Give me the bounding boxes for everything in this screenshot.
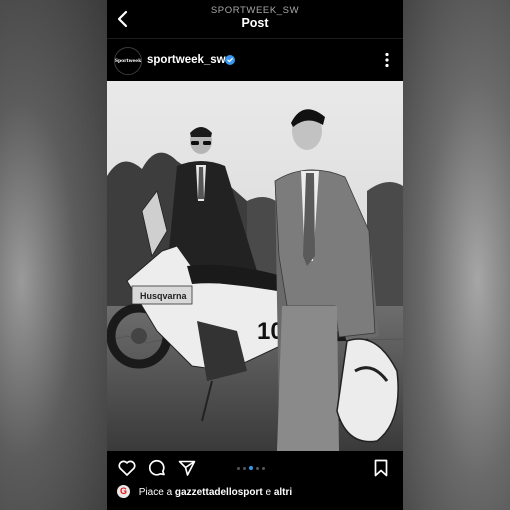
- liker-username-link[interactable]: gazzettadellosport: [175, 487, 263, 498]
- post-image[interactable]: Husqvarna 10: [107, 81, 403, 451]
- likes-summary: G Piace a gazzettadellosport e altri: [117, 485, 292, 503]
- heart-icon[interactable]: [117, 458, 137, 478]
- bookmark-icon[interactable]: [371, 458, 391, 478]
- avatar-text: Sportweek: [114, 58, 142, 64]
- account-caption: SPORTWEEK_SW: [210, 5, 300, 16]
- bike-brand-text: Husqvarna: [140, 291, 188, 301]
- paper-plane-icon[interactable]: [177, 458, 197, 478]
- carousel-dot: [243, 466, 246, 470]
- page-title: Post: [241, 16, 269, 30]
- header-divider: [107, 38, 403, 39]
- instagram-post-screen: SPORTWEEK_SW Post Sportweek sportweek_sw: [107, 0, 403, 510]
- liker-avatar-glyph: G: [119, 486, 127, 496]
- post-actions-bar: [107, 456, 403, 482]
- likes-connector: e: [265, 487, 272, 499]
- carousel-indicator: [237, 465, 265, 471]
- likes-others-link[interactable]: altri: [274, 487, 292, 498]
- avatar[interactable]: Sportweek: [114, 47, 142, 75]
- carousel-dot: [262, 466, 265, 470]
- blurred-background-left: [0, 0, 108, 510]
- verified-badge-icon: [225, 55, 235, 65]
- carousel-dot-active: [249, 466, 253, 470]
- likes-prefix: Piace a: [138, 487, 173, 499]
- top-navigation-bar: SPORTWEEK_SW Post: [107, 0, 403, 38]
- carousel-dot: [237, 466, 240, 470]
- post-header: Sportweek sportweek_sw: [107, 42, 403, 78]
- username-link[interactable]: sportweek_sw: [147, 54, 226, 66]
- blurred-background-right: [402, 0, 510, 510]
- comment-bubble-icon[interactable]: [147, 458, 167, 478]
- carousel-dot: [256, 466, 259, 470]
- more-vertical-icon[interactable]: [380, 52, 394, 68]
- liker-avatar[interactable]: G: [117, 485, 130, 498]
